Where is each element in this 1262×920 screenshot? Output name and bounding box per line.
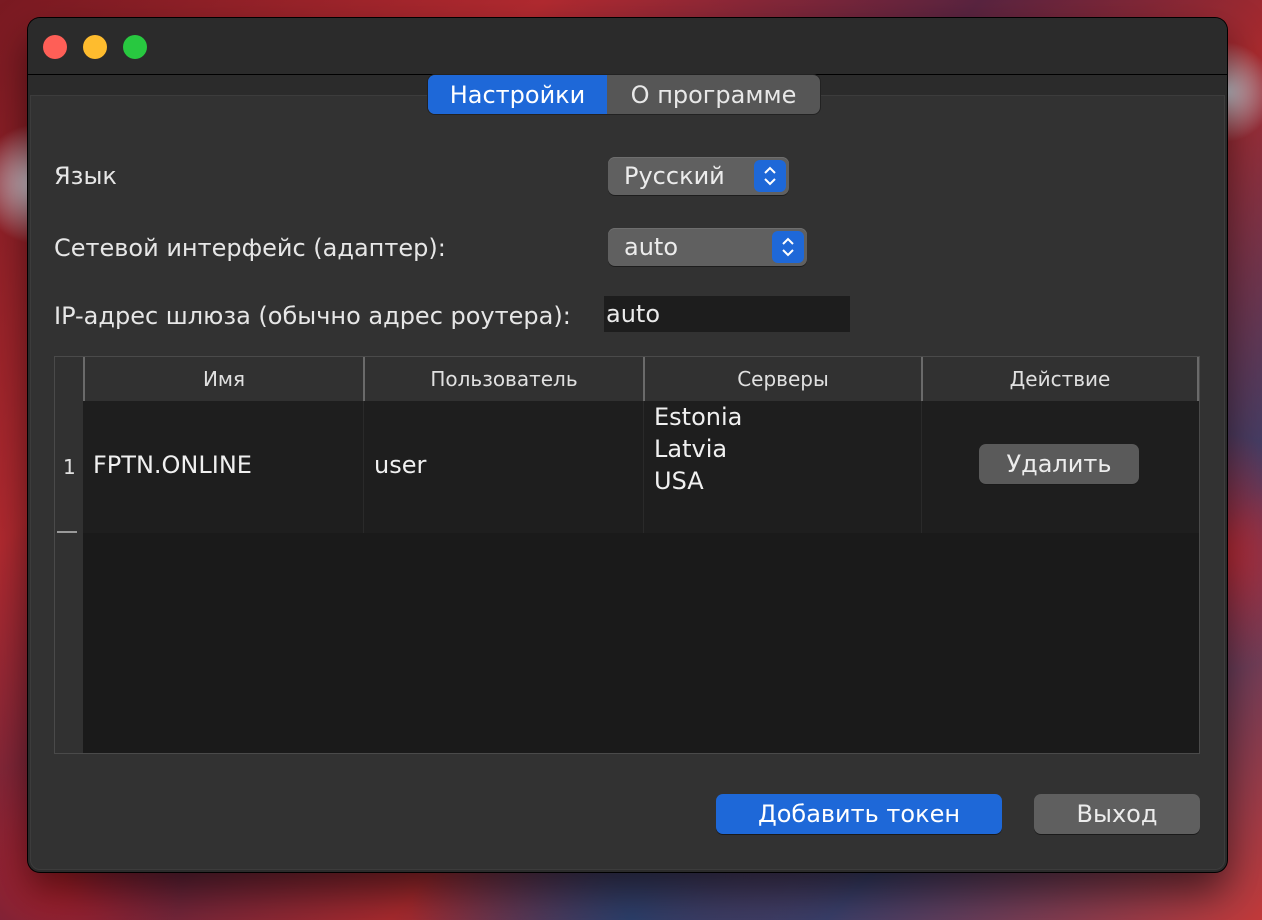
tab-settings[interactable]: Настройки [428,75,607,114]
row-index: 1 [63,455,76,479]
server-item: Estonia [654,403,743,431]
row-header [55,401,83,753]
cell-user: user [363,401,643,533]
column-header-name[interactable]: Имя [83,357,363,401]
gateway-label: IP-адрес шлюза (обычно адрес роутера): [54,302,571,330]
tab-about[interactable]: О программе [607,75,820,114]
server-item: USA [654,467,704,495]
cell-name: FPTN.ONLINE [93,451,252,479]
server-item: Latvia [654,435,728,463]
row-divider [57,531,77,533]
adapter-select[interactable]: auto [608,228,807,266]
title-bar [28,18,1227,75]
close-icon[interactable] [43,35,67,59]
adapter-select-value: auto [624,233,679,261]
minimize-icon[interactable] [83,35,107,59]
updown-chevron-icon [754,160,786,192]
language-label: Язык [54,162,117,190]
add-token-button[interactable]: Добавить токен [716,794,1002,834]
exit-button[interactable]: Выход [1034,794,1200,834]
gateway-input[interactable] [604,296,850,332]
language-select[interactable]: Русский [608,157,789,195]
token-table: Имя Пользователь Серверы Действие 1 FPTN… [54,356,1200,754]
column-header-action[interactable]: Действие [921,357,1199,401]
table-corner [55,357,83,401]
updown-chevron-icon [772,231,804,263]
delete-button[interactable]: Удалить [979,444,1139,484]
column-header-user[interactable]: Пользователь [363,357,643,401]
adapter-label: Сетевой интерфейс (адаптер): [54,234,446,262]
column-header-servers[interactable]: Серверы [643,357,921,401]
cell-servers: Estonia Latvia USA [643,401,921,533]
maximize-icon[interactable] [123,35,147,59]
settings-window: Настройки О программе Язык Русский Сетев… [28,18,1227,872]
tab-bar: Настройки О программе [428,75,820,114]
language-select-value: Русский [624,162,725,190]
